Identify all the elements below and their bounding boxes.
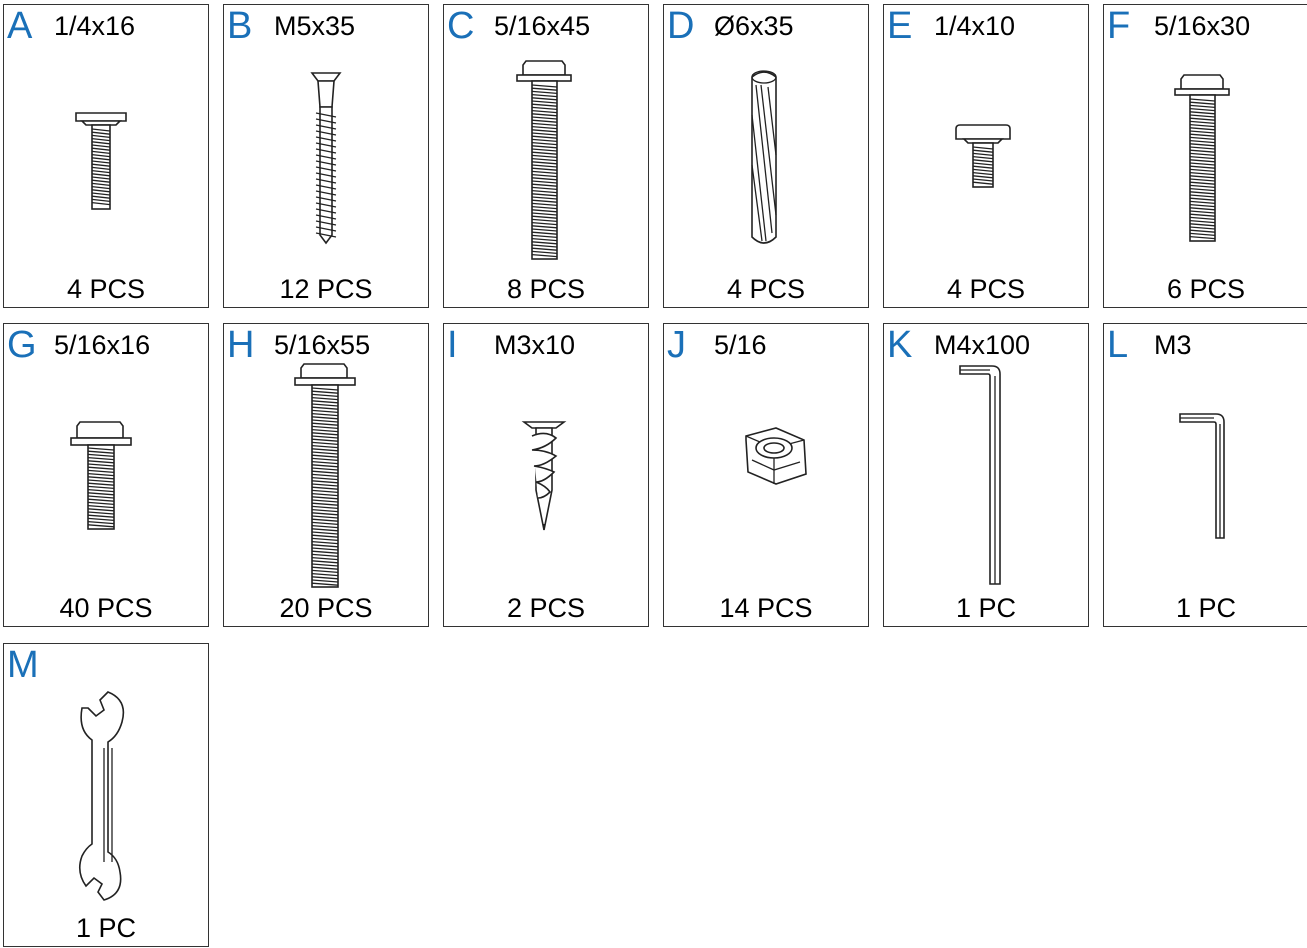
washer-head-bolt-icon (516, 60, 572, 260)
part-letter: C (447, 5, 475, 47)
short-bolt-icon (955, 124, 1011, 188)
part-size: M3x10 (494, 330, 576, 360)
part-quantity: 4 PCS (66, 274, 146, 304)
part-cell-h: H 5/16x55 20 PCS (223, 323, 429, 627)
part-letter: G (7, 324, 37, 366)
part-quantity: 12 PCS (279, 274, 373, 304)
part-letter: K (887, 324, 913, 366)
part-size: M4x100 (934, 330, 1031, 360)
part-cell-b: B M5x35 12 PCS (223, 4, 429, 308)
part-cell-m: M 1 PC (3, 643, 209, 947)
part-size: M5x35 (274, 11, 356, 41)
part-letter: F (1107, 5, 1131, 47)
part-size: Ø6x35 (714, 11, 794, 41)
pan-head-bolt-icon (75, 112, 127, 210)
part-quantity: 2 PCS (506, 593, 586, 623)
part-size: 1/4x10 (934, 11, 1016, 41)
part-cell-c: C 5/16x45 8 PCS (443, 4, 649, 308)
part-letter: D (667, 5, 695, 47)
part-cell-k: K M4x100 1 PC (883, 323, 1089, 627)
part-letter: L (1107, 324, 1129, 366)
part-cell-i: I M3x10 2 PCS (443, 323, 649, 627)
part-letter: B (227, 5, 253, 47)
washer-head-bolt-icon (70, 421, 132, 530)
part-size: 5/16x30 (1154, 11, 1251, 41)
part-cell-f: F 5/16x30 6 PCS (1103, 4, 1307, 308)
part-quantity: 14 PCS (719, 593, 813, 623)
part-cell-d: D Ø6x35 4 PCS (663, 4, 869, 308)
part-quantity: 20 PCS (279, 593, 373, 623)
part-letter: M (7, 644, 39, 686)
part-cell-j: J 5/16 14 PCS (663, 323, 869, 627)
part-quantity: 4 PCS (946, 274, 1026, 304)
lock-nut-icon (745, 427, 807, 485)
part-size: 5/16x45 (494, 11, 591, 41)
part-letter: J (667, 324, 686, 366)
washer-head-bolt-icon (1174, 74, 1230, 242)
long-bolt-icon (294, 363, 356, 588)
allen-key-icon (959, 365, 1001, 585)
part-quantity: 4 PCS (726, 274, 806, 304)
wood-dowel-icon (751, 70, 777, 244)
small-allen-key-icon (1179, 413, 1225, 539)
part-size: 5/16x55 (274, 330, 371, 360)
wrench-icon (78, 691, 125, 901)
part-quantity: 1 PC (955, 593, 1017, 623)
part-size: 5/16x16 (54, 330, 151, 360)
part-size: M3 (1154, 330, 1192, 360)
part-letter: H (227, 324, 255, 366)
part-cell-a: A 1/4x16 4 PCS (3, 4, 209, 308)
drywall-anchor-icon (521, 421, 567, 531)
part-cell-l: L M3 1 PC (1103, 323, 1307, 627)
part-quantity: 1 PC (75, 913, 137, 943)
part-quantity: 8 PCS (506, 274, 586, 304)
part-size: 1/4x16 (54, 11, 136, 41)
part-letter: E (887, 5, 913, 47)
part-size: 5/16 (714, 330, 767, 360)
part-letter: A (7, 5, 33, 47)
part-quantity: 1 PC (1175, 593, 1237, 623)
wood-screw-icon (310, 72, 342, 245)
part-letter: I (447, 324, 458, 366)
part-quantity: 6 PCS (1166, 274, 1246, 304)
part-quantity: 40 PCS (59, 593, 153, 623)
part-cell-e: E 1/4x10 4 PCS (883, 4, 1089, 308)
part-cell-g: G 5/16x16 40 PCS (3, 323, 209, 627)
